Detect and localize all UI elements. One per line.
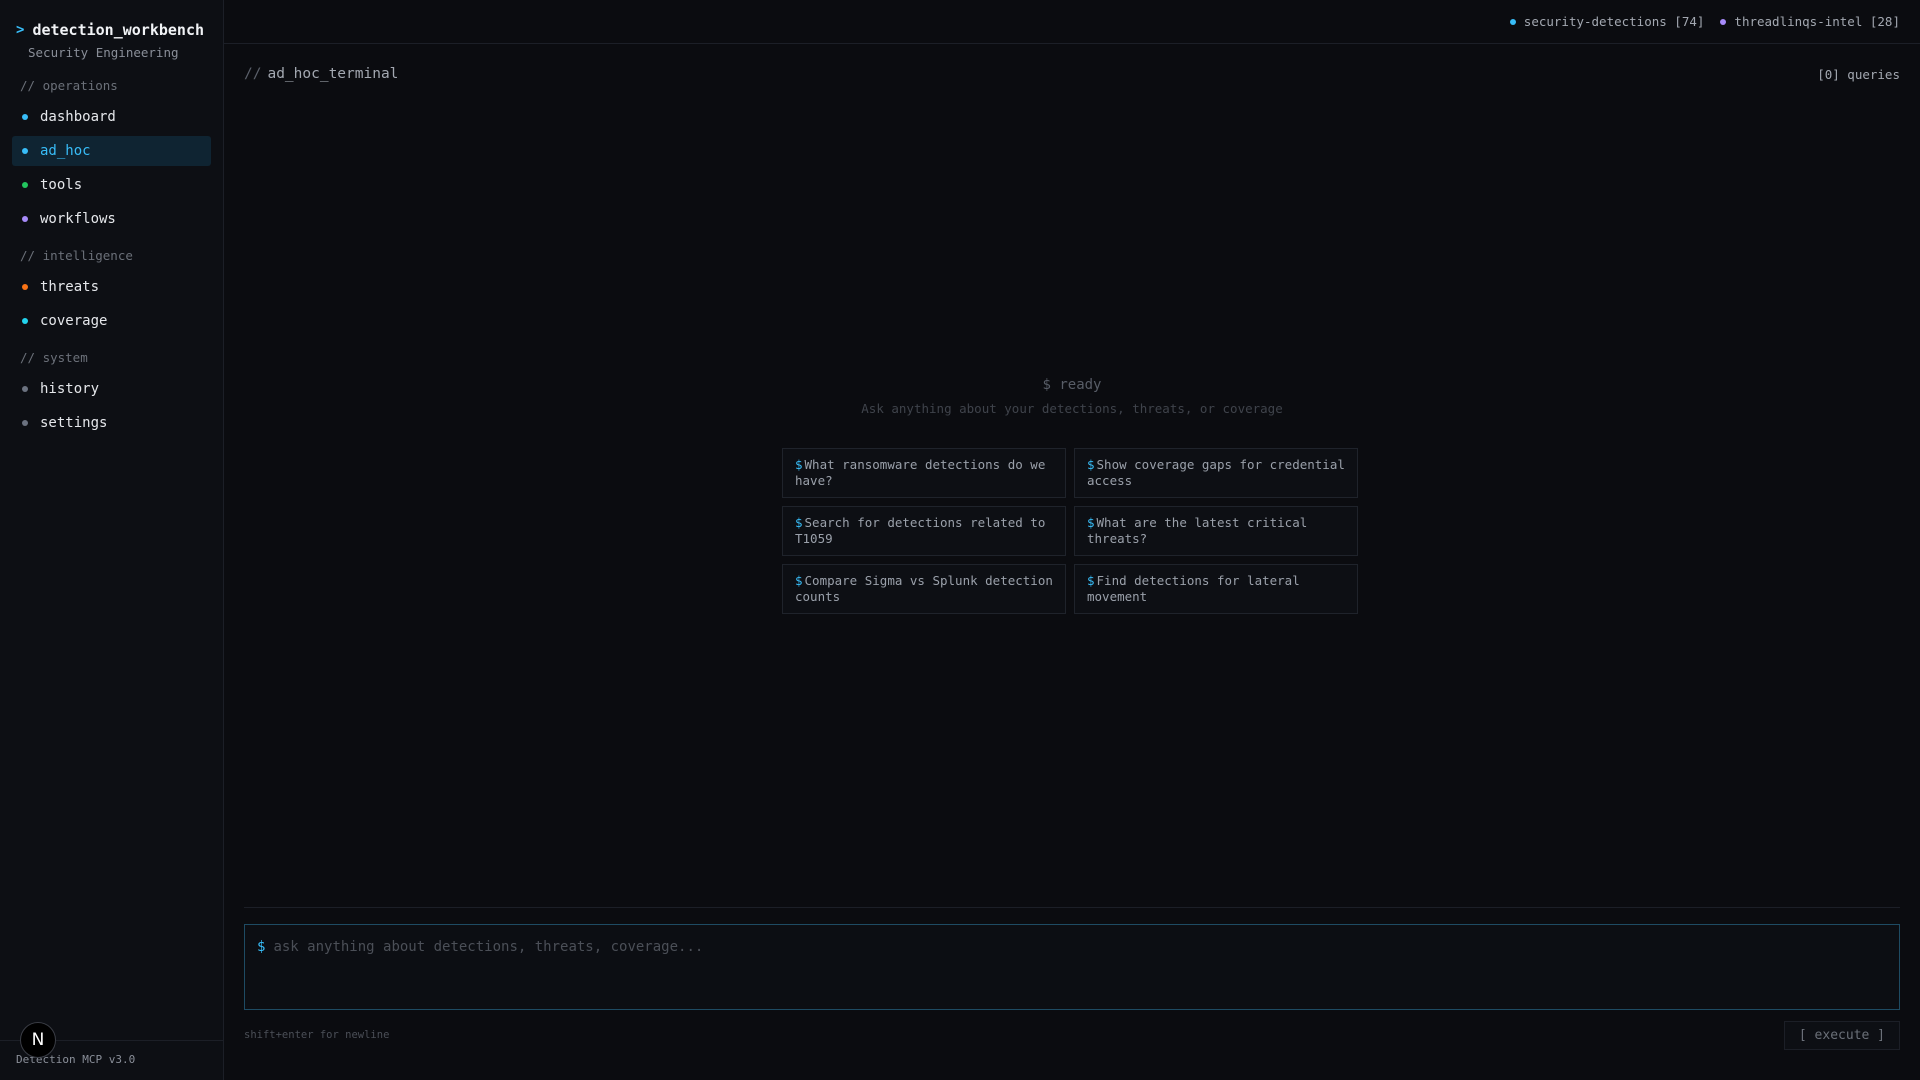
status-dot-icon [22,182,28,188]
status-dot-icon [22,420,28,426]
divider [244,907,1900,908]
suggestion-sigma-vs-splunk[interactable]: $ Compare Sigma vs Splunk detection count… [782,564,1066,614]
section-label-system: // system [20,350,88,365]
terminal-header: // ad_hoc_terminal [0] queries [224,58,1920,90]
main-panel: security-detections [74] threadlinqs-int… [224,0,1920,1080]
suggestion-text: What ransomware detections do we have? [795,457,1046,488]
brand: > detection_workbench Security Engineeri… [0,0,223,60]
sidebar-item-label: workflows [40,211,116,227]
suggestion-text: Compare Sigma vs Splunk detection counts [795,573,1053,604]
suggestion-t1059[interactable]: $ Search for detections related to T1059 [782,506,1066,556]
dollar-prompt-icon: $ [795,573,803,588]
query-count: [0] queries [1817,66,1900,82]
source-threadlinqs-intel[interactable]: threadlinqs-intel [28] [1720,14,1900,29]
status-dot-icon [1509,18,1516,25]
topbar: security-detections [74] threadlinqs-int… [224,0,1920,44]
status-dot-icon [22,284,28,290]
source-security-detections[interactable]: security-detections [74] [1509,14,1705,29]
suggestion-text: Find detections for lateral movement [1087,573,1300,604]
execute-button[interactable]: [ execute ] [1783,1020,1900,1050]
empty-state: $ ready Ask anything about your detectio… [224,377,1920,416]
sidebar-item-label: history [40,381,100,397]
suggestion-ransomware[interactable]: $ What ransomware detections do we have? [782,448,1066,498]
input-footer: shift+enter for newline [ execute ] [244,1020,1900,1050]
sidebar-item-dashboard[interactable]: dashboard [12,102,211,132]
prompt-icon: > [16,22,25,38]
terminal-title: ad_hoc_terminal [267,66,399,82]
sidebar-item-workflows[interactable]: workflows [12,204,211,234]
ready-status: $ ready [1042,377,1102,393]
dollar-prompt-icon: $ [1087,515,1095,530]
section-label-operations: // operations [20,78,118,93]
sidebar-item-label: settings [40,415,108,431]
dollar-prompt-icon: $ [1087,457,1095,472]
sidebar-item-label: coverage [40,313,108,329]
source-label: security-detections [74] [1523,14,1705,29]
status-dot-icon [22,114,28,120]
sidebar-item-label: threats [40,279,100,295]
dollar-prompt-icon: $ [795,515,803,530]
sidebar-item-ad-hoc[interactable]: ad_hoc [12,136,211,166]
query-input[interactable] [273,939,1887,995]
dollar-prompt-icon: $ [795,457,803,472]
dollar-prompt-icon: $ [257,939,266,955]
dollar-prompt-icon: $ [1087,573,1095,588]
section-label-intelligence: // intelligence [20,248,133,263]
sidebar-item-label: ad_hoc [40,143,91,159]
app-subtitle: Security Engineering [28,45,179,60]
status-dot-icon [1720,18,1727,25]
comment-slashes: // [244,66,262,82]
suggestion-text: Search for detections related to T1059 [795,515,1046,546]
empty-hint: Ask anything about your detections, thre… [861,401,1283,416]
suggestion-critical-threats[interactable]: $ What are the latest critical threats? [1074,506,1358,556]
sidebar-item-tools[interactable]: tools [12,170,211,200]
sidebar-item-label: dashboard [40,109,116,125]
sidebar-item-label: tools [40,177,83,193]
source-label: threadlinqs-intel [28] [1734,14,1900,29]
status-dot-icon [22,148,28,154]
sidebar-item-coverage[interactable]: coverage [12,306,211,336]
status-dot-icon [22,216,28,222]
suggestion-grid: $ What ransomware detections do we have? … [782,448,1358,614]
n-logo-icon[interactable]: N [20,1022,56,1058]
sidebar-item-threats[interactable]: threats [12,272,211,302]
page-title: // ad_hoc_terminal [244,66,398,82]
sidebar: > detection_workbench Security Engineeri… [0,0,224,1080]
sidebar-item-history[interactable]: history [12,374,211,404]
app-title[interactable]: detection_workbench [32,21,204,39]
suggestion-coverage-gaps[interactable]: $ Show coverage gaps for credential acces… [1074,448,1358,498]
suggestion-text: What are the latest critical threats? [1087,515,1308,546]
query-input-box: $ [244,924,1900,1010]
newline-hint: shift+enter for newline [244,1029,390,1041]
suggestion-lateral-movement[interactable]: $ Find detections for lateral movement [1074,564,1358,614]
suggestion-text: Show coverage gaps for credential access [1087,457,1345,488]
status-dot-icon [22,318,28,324]
sidebar-item-settings[interactable]: settings [12,408,211,438]
status-dot-icon [22,386,28,392]
